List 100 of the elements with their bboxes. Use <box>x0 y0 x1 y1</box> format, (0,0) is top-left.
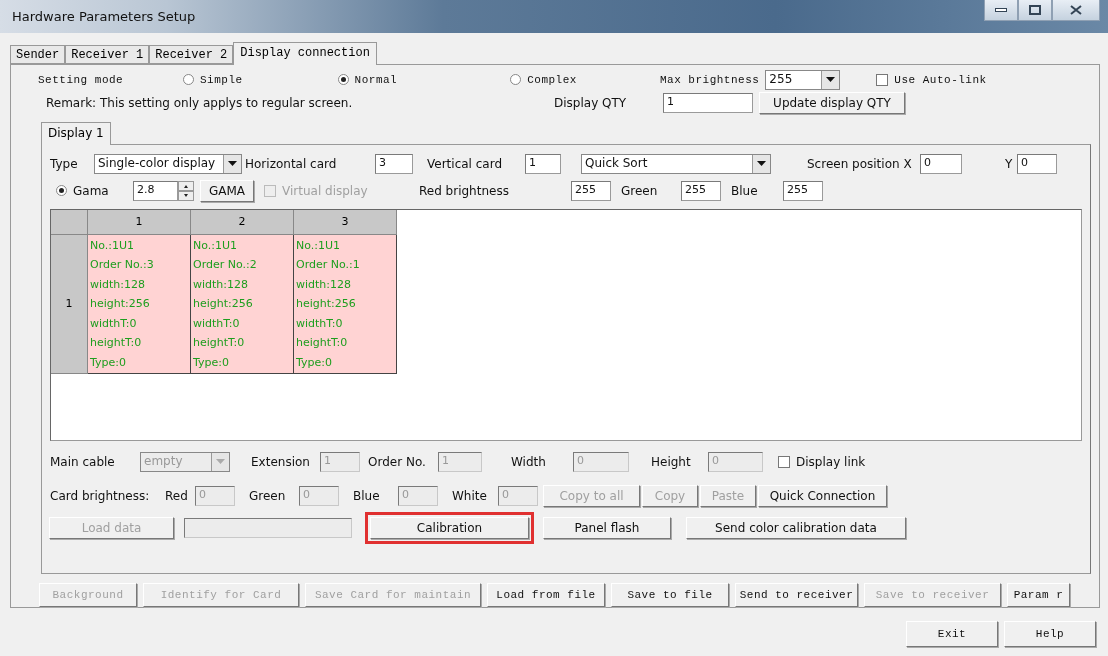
horizontal-card-field[interactable]: 3 <box>375 153 413 174</box>
horizontal-card-label: Horizontal card <box>245 156 338 171</box>
footer-button[interactable]: Save to file <box>611 583 729 607</box>
cell-text: No.:1U1 <box>296 237 342 254</box>
brightness-field[interactable]: 255 <box>571 180 611 201</box>
action-button[interactable]: Send color calibration data <box>686 516 906 539</box>
checkbox[interactable] <box>778 455 790 468</box>
tab[interactable]: Display connection <box>233 42 377 65</box>
update-display-qty-button[interactable]: Update display QTY <box>759 91 905 114</box>
edit-button[interactable]: Quick Connection <box>758 484 887 507</box>
spin-buttons-icon[interactable] <box>178 180 194 201</box>
cell-text: Type:0 <box>193 354 230 371</box>
display-qty-field[interactable]: 1 <box>663 92 753 113</box>
card-field-label: Width <box>511 454 547 469</box>
card-brightness-color-label: Blue <box>353 488 381 503</box>
brightness-field[interactable]: 255 <box>681 180 721 201</box>
cell-text: Type:0 <box>90 354 127 371</box>
action-button[interactable]: Panel flash <box>543 516 671 539</box>
main-cable-label: Main cable <box>50 454 116 469</box>
brightness-label: Blue <box>731 183 759 198</box>
cell-text: No.:1U1 <box>90 237 136 254</box>
gama-label: Gama <box>73 183 110 198</box>
minimize-button[interactable] <box>984 0 1018 21</box>
cell-text: Type:0 <box>296 354 333 371</box>
footer-button[interactable]: Param r <box>1007 583 1070 607</box>
remark-text: Remark: This setting only applys to regular screen. <box>46 95 354 110</box>
footer-button[interactable]: Send to receiver <box>735 583 858 607</box>
cell-text: widthT:0 <box>296 315 344 332</box>
brightness-label: Red brightness <box>419 183 510 198</box>
footer-button[interactable]: Load from file <box>487 583 605 607</box>
type-dropdown[interactable]: Single-color display <box>94 153 242 174</box>
auto-link-label: Use Auto-link <box>894 73 987 86</box>
radio-button[interactable] <box>183 74 194 86</box>
cell-text: heightT:0 <box>296 335 349 351</box>
sort-dropdown[interactable]: Quick Sort <box>581 153 771 174</box>
vertical-card-field[interactable]: 1 <box>525 153 561 174</box>
card-brightness-color-label: Green <box>249 488 287 503</box>
screen-position-x-label: Screen position X <box>807 156 913 171</box>
radio-label: Complex <box>527 73 577 86</box>
radio-button[interactable] <box>510 74 522 86</box>
radio-button[interactable] <box>56 185 67 196</box>
setting-mode-label: Setting mode <box>38 73 125 86</box>
cell-text: height:256 <box>296 296 357 312</box>
gama-button[interactable]: GAMA <box>200 179 254 202</box>
dropdown-caret-icon[interactable] <box>223 154 241 173</box>
card-field-label: Extension <box>251 454 311 469</box>
screen-position-y-label: Y <box>1005 156 1014 171</box>
card-brightness-color-label: White <box>452 488 488 503</box>
close-button[interactable] <box>1052 0 1100 21</box>
tab[interactable]: Sender <box>10 45 66 64</box>
display-link-label: Display link <box>796 454 866 469</box>
row-header: 1 <box>51 234 88 374</box>
dialog-button[interactable]: Exit <box>906 621 998 647</box>
vertical-card-label: Vertical card <box>427 156 504 171</box>
action-button[interactable]: Calibration <box>370 516 529 539</box>
grid-corner <box>51 209 88 235</box>
file-path-field[interactable] <box>184 517 352 538</box>
checkbox[interactable] <box>876 73 889 86</box>
cell-text: heightT:0 <box>193 335 246 351</box>
close-icon <box>1070 5 1082 15</box>
tab[interactable]: Receiver 1 <box>65 45 150 64</box>
card-field-label: Order No. <box>368 454 427 469</box>
card-brightness-color-label: Red <box>165 488 189 503</box>
radio-label: Simple <box>200 73 243 86</box>
cell-text: No.:1U1 <box>193 237 239 254</box>
column-header: 2 <box>191 209 294 235</box>
brightness-label: Green <box>621 183 659 198</box>
cell-text: Order No.:3 <box>90 257 155 273</box>
screen-position-x-field[interactable]: 0 <box>920 153 962 174</box>
cell-text: widthT:0 <box>90 315 138 332</box>
radio-button[interactable] <box>337 74 349 86</box>
virtual-display-label: Virtual display <box>282 183 369 198</box>
screen-position-y-field[interactable]: 0 <box>1017 153 1057 174</box>
card-field-label: Height <box>651 454 692 469</box>
tab[interactable]: Receiver 2 <box>149 45 234 64</box>
card-brightness-label: Card brightness: <box>50 488 151 503</box>
cell-text: height:256 <box>193 296 254 312</box>
cell-text: heightT:0 <box>90 335 143 351</box>
dropdown-caret-icon[interactable] <box>752 154 770 173</box>
gama-field[interactable]: 2.8 <box>133 180 178 201</box>
max-brightness-label: Max brightness <box>659 73 760 86</box>
dropdown-caret-icon[interactable] <box>821 70 840 89</box>
window-title: Hardware Parameters Setup <box>12 9 196 24</box>
cell-text: Order No.:1 <box>296 257 361 273</box>
cell-text: height:256 <box>90 296 151 312</box>
radio-label: Normal <box>354 73 398 86</box>
type-label: Type <box>50 156 79 171</box>
max-brightness-dropdown[interactable]: 255 <box>765 69 841 90</box>
brightness-field[interactable]: 255 <box>783 180 823 201</box>
cell-text: width:128 <box>296 276 353 293</box>
dialog-button[interactable]: Help <box>1004 621 1096 647</box>
column-header: 1 <box>88 209 191 235</box>
display-tab[interactable]: Display 1 <box>41 121 111 145</box>
cell-text: width:128 <box>193 276 250 293</box>
column-header: 3 <box>294 209 397 235</box>
display-qty-label: Display QTY <box>554 95 628 110</box>
cell-text: width:128 <box>90 276 147 293</box>
cell-text: widthT:0 <box>193 315 241 332</box>
maximize-button[interactable] <box>1018 0 1052 21</box>
cell-text: Order No.:2 <box>193 257 258 273</box>
